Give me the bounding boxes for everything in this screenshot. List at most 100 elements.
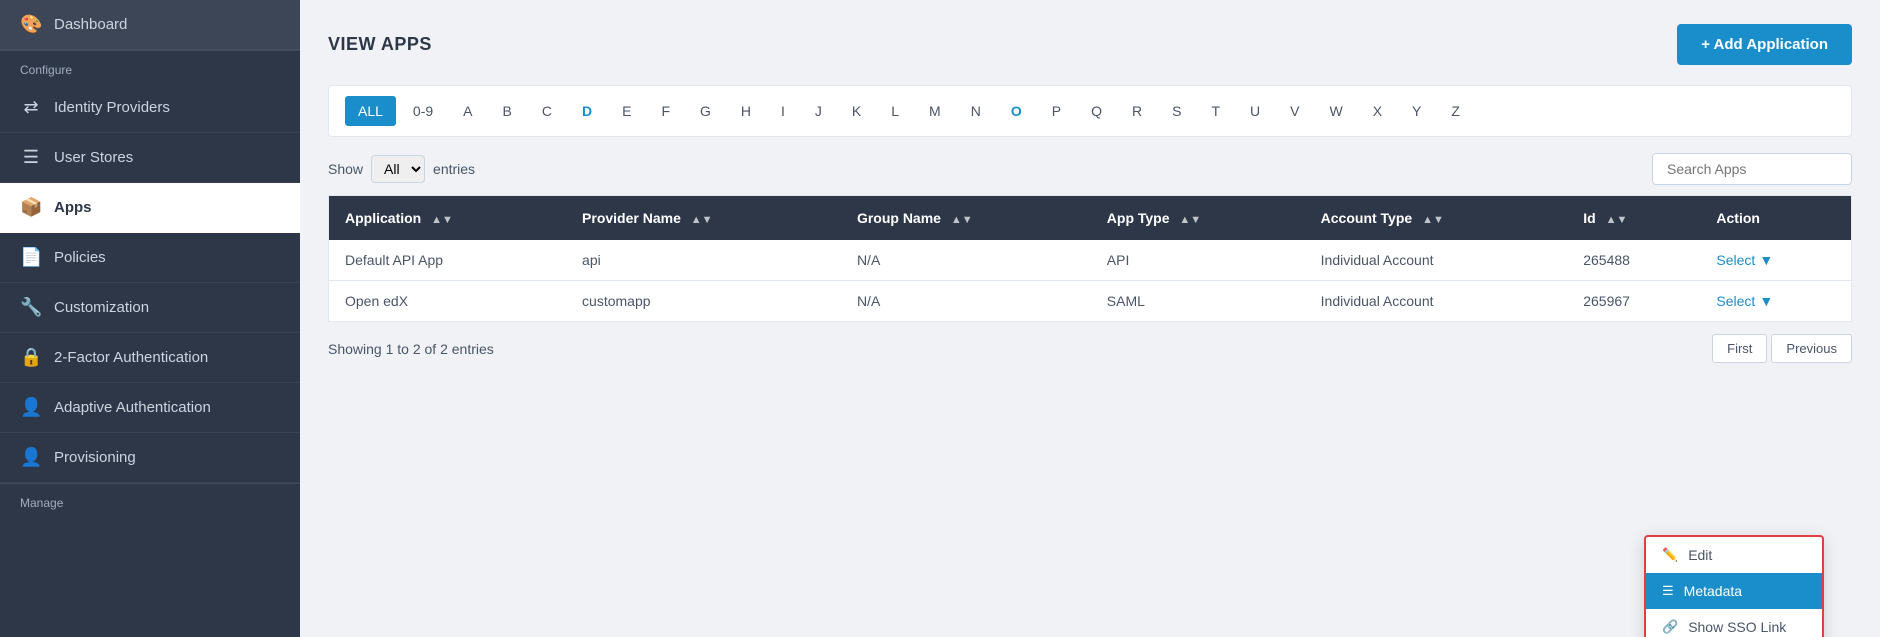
- col-group-name: Group Name ▲▼: [841, 196, 1091, 241]
- sidebar-item-label: Dashboard: [54, 16, 127, 33]
- show-entries-control: Show All 10 25 50 entries: [328, 155, 475, 183]
- cell-accounttype-0: Individual Account: [1305, 240, 1568, 281]
- sort-accounttype-icon[interactable]: ▲▼: [1422, 214, 1444, 226]
- cell-action-0: Select ▼: [1700, 240, 1851, 281]
- col-action: Action: [1700, 196, 1851, 241]
- filter-z[interactable]: Z: [1438, 96, 1473, 126]
- sidebar-item-label: Provisioning: [54, 449, 136, 466]
- table-row: Default API App api N/A API Individual A…: [329, 240, 1852, 281]
- sso-link-icon: 🔗: [1662, 619, 1678, 635]
- controls-row: Show All 10 25 50 entries: [328, 153, 1852, 185]
- dropdown-item-show-sso[interactable]: 🔗 Show SSO Link: [1646, 609, 1822, 637]
- sidebar-item-label: User Stores: [54, 149, 133, 166]
- table-wrapper: Application ▲▼ Provider Name ▲▼ Group Na…: [328, 195, 1852, 322]
- policies-icon: 📄: [20, 247, 42, 268]
- entries-select[interactable]: All 10 25 50: [371, 155, 425, 183]
- sidebar-item-dashboard[interactable]: 🎨 Dashboard: [0, 0, 300, 50]
- filter-a[interactable]: A: [450, 96, 485, 126]
- provisioning-icon: 👤: [20, 447, 42, 468]
- entries-label: entries: [433, 161, 475, 177]
- sort-apptype-icon[interactable]: ▲▼: [1179, 214, 1201, 226]
- sidebar-item-customization[interactable]: 🔧 Customization: [0, 283, 300, 333]
- sidebar-item-2fa[interactable]: 🔒 2-Factor Authentication: [0, 333, 300, 383]
- filter-i[interactable]: I: [768, 96, 798, 126]
- first-page-button[interactable]: First: [1712, 334, 1767, 363]
- filter-u[interactable]: U: [1237, 96, 1273, 126]
- cell-apptype-1: SAML: [1091, 281, 1305, 322]
- filter-l[interactable]: L: [878, 96, 912, 126]
- cell-id-0: 265488: [1567, 240, 1700, 281]
- sidebar-item-identity-providers[interactable]: ⇄ Identity Providers: [0, 83, 300, 133]
- sort-application-icon[interactable]: ▲▼: [431, 214, 453, 226]
- 2fa-icon: 🔒: [20, 347, 42, 368]
- sidebar-item-label: Apps: [54, 199, 92, 216]
- filter-o[interactable]: O: [998, 96, 1035, 126]
- sidebar-item-policies[interactable]: 📄 Policies: [0, 233, 300, 283]
- cell-id-1: 265967: [1567, 281, 1700, 322]
- search-input[interactable]: [1652, 153, 1852, 185]
- filter-p[interactable]: P: [1039, 96, 1074, 126]
- filter-t[interactable]: T: [1198, 96, 1233, 126]
- cell-accounttype-1: Individual Account: [1305, 281, 1568, 322]
- sort-group-icon[interactable]: ▲▼: [951, 214, 973, 226]
- adaptive-auth-icon: 👤: [20, 397, 42, 418]
- showing-entries: Showing 1 to 2 of 2 entries: [328, 341, 494, 357]
- filter-e[interactable]: E: [609, 96, 644, 126]
- filter-q[interactable]: Q: [1078, 96, 1115, 126]
- table-header-row: Application ▲▼ Provider Name ▲▼ Group Na…: [329, 196, 1852, 241]
- filter-f[interactable]: F: [648, 96, 683, 126]
- sidebar-item-user-stores[interactable]: ☰ User Stores: [0, 133, 300, 183]
- cell-apptype-0: API: [1091, 240, 1305, 281]
- apps-icon: 📦: [20, 197, 42, 218]
- prev-page-button[interactable]: Previous: [1771, 334, 1852, 363]
- select-button-0[interactable]: Select ▼: [1716, 252, 1773, 268]
- cell-application-0: Default API App: [329, 240, 567, 281]
- filter-g[interactable]: G: [687, 96, 724, 126]
- cell-action-1: Select ▼: [1700, 281, 1851, 322]
- filter-j[interactable]: J: [802, 96, 835, 126]
- page-title: VIEW APPS: [328, 34, 432, 55]
- filter-s[interactable]: S: [1159, 96, 1194, 126]
- filter-n[interactable]: N: [958, 96, 994, 126]
- sort-provider-icon[interactable]: ▲▼: [691, 214, 713, 226]
- sidebar-item-label: 2-Factor Authentication: [54, 349, 208, 366]
- col-account-type: Account Type ▲▼: [1305, 196, 1568, 241]
- filter-m[interactable]: M: [916, 96, 954, 126]
- dropdown-item-metadata[interactable]: ☰ Metadata: [1646, 573, 1822, 609]
- cell-provider-0: api: [566, 240, 841, 281]
- filter-y[interactable]: Y: [1399, 96, 1434, 126]
- filter-h[interactable]: H: [728, 96, 764, 126]
- sidebar-item-apps[interactable]: 📦 Apps: [0, 183, 300, 233]
- sidebar-item-label: Identity Providers: [54, 99, 170, 116]
- filter-b[interactable]: B: [490, 96, 525, 126]
- filter-k[interactable]: K: [839, 96, 874, 126]
- filter-09[interactable]: 0-9: [400, 96, 446, 126]
- filter-x[interactable]: X: [1360, 96, 1395, 126]
- filter-r[interactable]: R: [1119, 96, 1155, 126]
- apps-table: Application ▲▼ Provider Name ▲▼ Group Na…: [328, 195, 1852, 322]
- dropdown-item-edit[interactable]: ✏️ Edit: [1646, 537, 1822, 573]
- select-button-1[interactable]: Select ▼: [1716, 293, 1773, 309]
- show-label: Show: [328, 161, 363, 177]
- sort-id-icon[interactable]: ▲▼: [1606, 214, 1628, 226]
- chevron-down-icon: ▼: [1759, 252, 1773, 268]
- filter-c[interactable]: C: [529, 96, 565, 126]
- sidebar-item-adaptive-auth[interactable]: 👤 Adaptive Authentication: [0, 383, 300, 433]
- filter-v[interactable]: V: [1277, 96, 1312, 126]
- add-application-button[interactable]: + Add Application: [1677, 24, 1852, 65]
- chevron-down-icon: ▼: [1759, 293, 1773, 309]
- main-content: VIEW APPS + Add Application ALL 0-9 A B …: [300, 0, 1880, 637]
- sidebar-item-provisioning[interactable]: 👤 Provisioning: [0, 433, 300, 483]
- table-row: Open edX customapp N/A SAML Individual A…: [329, 281, 1852, 322]
- sidebar: 🎨 Dashboard Configure ⇄ Identity Provide…: [0, 0, 300, 637]
- dashboard-icon: 🎨: [20, 14, 42, 35]
- filter-d[interactable]: D: [569, 96, 605, 126]
- filter-bar: ALL 0-9 A B C D E F G H I J K L M N O P …: [328, 85, 1852, 137]
- identity-providers-icon: ⇄: [20, 97, 42, 118]
- filter-w[interactable]: W: [1316, 96, 1355, 126]
- manage-section-label: Manage: [0, 483, 300, 516]
- filter-all[interactable]: ALL: [345, 96, 396, 126]
- pagination-controls: First Previous: [1712, 334, 1852, 363]
- table-footer: Showing 1 to 2 of 2 entries First Previo…: [328, 334, 1852, 363]
- metadata-icon: ☰: [1662, 583, 1674, 599]
